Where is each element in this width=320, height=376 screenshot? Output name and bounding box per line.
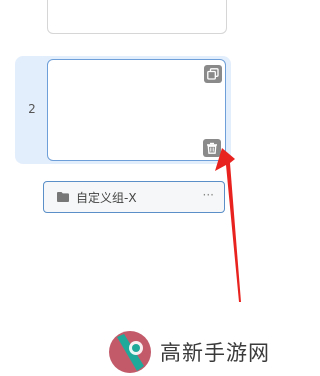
watermark-logo xyxy=(109,331,151,373)
red-arrow-annotation xyxy=(215,148,241,302)
watermark-text: 高新手游网 xyxy=(160,341,270,365)
